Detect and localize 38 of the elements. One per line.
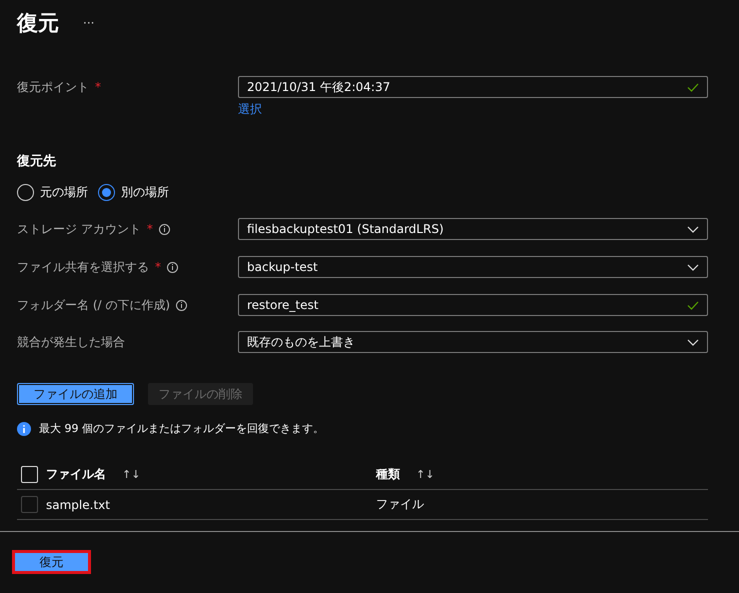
required-mark: * (155, 260, 161, 274)
chevron-down-icon (687, 226, 699, 232)
info-message: 最大 99 個のファイルまたはフォルダーを回復できます。 (39, 421, 324, 436)
required-mark: * (95, 80, 101, 94)
radio-button[interactable] (98, 184, 115, 201)
section-heading: 復元先 (17, 153, 57, 170)
field-label: 競合が発生した場合 (17, 334, 125, 350)
table-cell: sample.txt (46, 498, 110, 512)
field-label: ストレージ アカウント (17, 220, 141, 238)
sort-icon[interactable]: ↑↓ (416, 468, 434, 481)
page-title: 復元 (17, 10, 59, 37)
info-icon (17, 422, 31, 436)
dropdown[interactable]: backup-test (238, 256, 708, 278)
chevron-down-icon (687, 264, 699, 270)
field-label: 復元ポイント (17, 78, 89, 96)
field-label: フォルダー名 (/ の下に作成) (17, 296, 170, 314)
radio-label: 元の場所 (40, 184, 88, 201)
column-header[interactable]: 種類 (376, 466, 400, 483)
add-file-button[interactable]: ファイルの追加 (17, 383, 134, 405)
column-header[interactable]: ファイル名 (46, 466, 106, 483)
more-button[interactable]: ··· (83, 16, 94, 30)
sort-icon[interactable]: ↑↓ (122, 468, 140, 481)
dropdown[interactable]: filesbackuptest01 (StandardLRS) (238, 218, 708, 240)
info-icon[interactable] (176, 300, 188, 310)
chevron-down-icon (687, 338, 699, 346)
info-icon[interactable] (167, 262, 178, 272)
restore-point-field[interactable]: 2021/10/31 午後2:04:37 (238, 76, 708, 98)
radio-label: 別の場所 (121, 184, 169, 201)
info-icon[interactable] (158, 224, 170, 234)
field-label: ファイル共有を選択する (17, 258, 149, 276)
dropdown[interactable]: 既存のものを上書き (238, 331, 708, 353)
input-field[interactable]: restore_test (238, 294, 708, 316)
radio-button[interactable] (17, 184, 34, 201)
required-mark: * (146, 222, 153, 236)
table-cell: ファイル (376, 496, 424, 513)
checkbox[interactable] (21, 496, 38, 513)
restore-button[interactable]: 復元 (12, 550, 91, 574)
select-link[interactable]: 選択 (238, 101, 262, 118)
